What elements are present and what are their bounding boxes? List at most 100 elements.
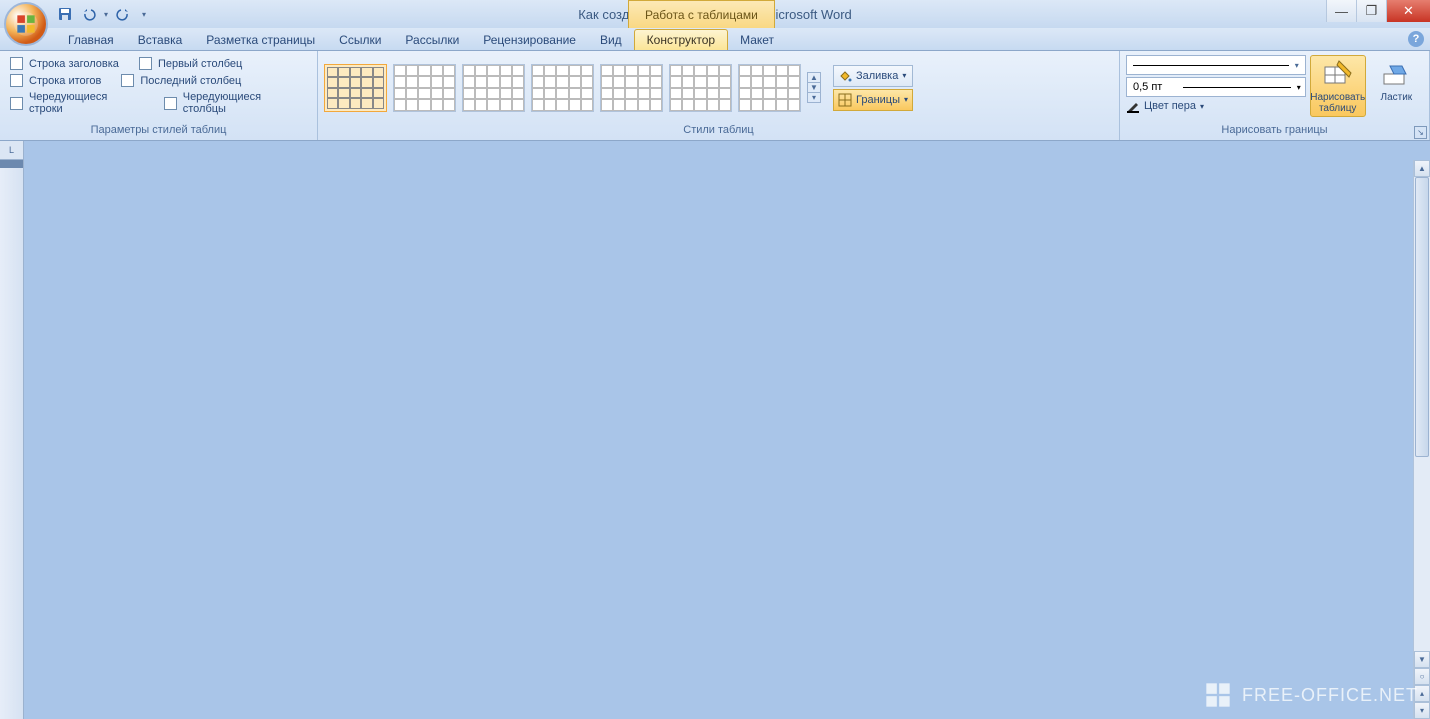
chevron-down-icon: ▾	[1295, 61, 1299, 70]
chevron-down-icon: ▾	[1297, 83, 1301, 92]
checkbox-label: Строка заголовка	[29, 58, 119, 70]
checkbox-label: Строка итогов	[29, 75, 101, 87]
table-style-thumb[interactable]	[531, 64, 594, 112]
table-style-thumb[interactable]	[462, 64, 525, 112]
undo-button[interactable]	[80, 5, 98, 23]
close-button[interactable]: ✕	[1386, 0, 1430, 22]
table-style-thumb[interactable]	[738, 64, 801, 112]
shading-label: Заливка	[856, 70, 898, 82]
dialog-launcher[interactable]: ↘	[1414, 126, 1427, 139]
gallery-scroll-up[interactable]: ▲	[808, 73, 820, 83]
checkbox-banded-rows[interactable]: Чередующиеся строки	[10, 91, 144, 115]
line-style-dropdown[interactable]: ▾	[1126, 55, 1306, 75]
pen-color-dropdown[interactable]: Цвет пера ▾	[1126, 99, 1306, 113]
group-label: Нарисовать границы ↘	[1120, 124, 1429, 140]
checkbox-label: Чередующиеся столбцы	[183, 91, 307, 115]
checkbox-total-row[interactable]: Строка итогов	[10, 74, 101, 87]
checkbox-label: Первый столбец	[158, 58, 242, 70]
scroll-up-button[interactable]: ▲	[1414, 160, 1430, 177]
table-style-thumb[interactable]	[393, 64, 456, 112]
browse-object-button[interactable]: ○	[1414, 668, 1430, 685]
checkbox-icon	[121, 74, 134, 87]
borders-icon	[838, 93, 852, 107]
shading-dropdown[interactable]: Заливка ▾	[833, 65, 913, 87]
tab-home[interactable]: Главная	[56, 30, 126, 50]
office-logo-icon	[13, 11, 39, 37]
tab-view[interactable]: Вид	[588, 30, 634, 50]
qat-customize-dropdown[interactable]: ▾	[142, 10, 146, 19]
minimize-button[interactable]: —	[1326, 0, 1356, 22]
window-controls: — ❐ ✕	[1326, 0, 1430, 22]
ruler-corner[interactable]: L	[0, 141, 24, 160]
eraser-button[interactable]: Ластик	[1370, 55, 1423, 106]
checkbox-icon	[10, 57, 23, 70]
group-draw-borders: ▾ 0,5 пт ▾ Цвет пера ▾ Нарисовать таблицу…	[1120, 51, 1430, 140]
borders-dropdown[interactable]: Границы ▾	[833, 89, 913, 111]
checkbox-banded-columns[interactable]: Чередующиеся столбцы	[164, 91, 307, 115]
ribbon-tabs: Главная Вставка Разметка страницы Ссылки…	[0, 28, 1430, 51]
chevron-down-icon: ▾	[1200, 102, 1204, 111]
redo-icon	[116, 7, 130, 21]
ribbon: Строка заголовка Первый столбец Строка и…	[0, 51, 1430, 141]
tab-references[interactable]: Ссылки	[327, 30, 393, 50]
line-weight-dropdown[interactable]: 0,5 пт ▾	[1126, 77, 1306, 97]
save-icon	[58, 7, 72, 21]
checkbox-last-column[interactable]: Последний столбец	[121, 74, 241, 87]
table-style-thumb[interactable]	[669, 64, 732, 112]
save-button[interactable]	[56, 5, 74, 23]
eraser-icon	[1382, 60, 1410, 88]
title-bar: ▾ ▾ Как создать таблицу в Ворде - Micros…	[0, 0, 1430, 28]
tab-layout[interactable]: Макет	[728, 30, 786, 50]
workspace: L 21123456789101112131415161718	[0, 141, 1430, 719]
tab-page-layout[interactable]: Разметка страницы	[194, 30, 327, 50]
draw-table-button[interactable]: Нарисовать таблицу	[1310, 55, 1366, 117]
vertical-ruler[interactable]	[0, 160, 24, 719]
table-styles-gallery: ▲ ▼ ▾ Заливка ▾ Границы ▾	[324, 55, 1113, 120]
office-button[interactable]	[4, 2, 48, 46]
gallery-expand[interactable]: ▾	[808, 93, 820, 102]
checkbox-label: Последний столбец	[140, 75, 241, 87]
scrollbar-thumb[interactable]	[1415, 177, 1429, 457]
undo-icon	[82, 7, 96, 21]
paint-bucket-icon	[838, 69, 852, 83]
eraser-label: Ластик	[1381, 92, 1413, 103]
tab-mailings[interactable]: Рассылки	[393, 30, 471, 50]
group-label: Параметры стилей таблиц	[0, 124, 317, 140]
tab-design[interactable]: Конструктор	[634, 29, 728, 50]
checkbox-header-row[interactable]: Строка заголовка	[10, 57, 119, 70]
prev-page-button[interactable]: ▴	[1414, 685, 1430, 702]
group-table-style-options: Строка заголовка Первый столбец Строка и…	[0, 51, 318, 140]
pen-icon	[1126, 99, 1140, 113]
checkbox-first-column[interactable]: Первый столбец	[139, 57, 242, 70]
tab-review[interactable]: Рецензирование	[471, 30, 588, 50]
gallery-scroll-down[interactable]: ▼	[808, 83, 820, 93]
table-tools-contextual-tab: Работа с таблицами	[628, 0, 775, 28]
group-table-styles: ▲ ▼ ▾ Заливка ▾ Границы ▾	[318, 51, 1120, 140]
tab-insert[interactable]: Вставка	[126, 30, 195, 50]
checkbox-icon	[164, 97, 177, 110]
scroll-down-button[interactable]: ▼	[1414, 651, 1430, 668]
draw-table-label: Нарисовать таблицу	[1310, 92, 1365, 114]
weight-value: 0,5 пт	[1127, 81, 1177, 93]
group-label-text: Нарисовать границы	[1221, 124, 1327, 136]
restore-button[interactable]: ❐	[1356, 0, 1386, 22]
vertical-scrollbar[interactable]: ▲ ▼ ○ ▴ ▾	[1413, 160, 1430, 719]
quick-access-toolbar: ▾ ▾	[56, 5, 146, 23]
gallery-scroll: ▲ ▼ ▾	[807, 72, 821, 103]
scrollbar-track[interactable]	[1414, 177, 1430, 651]
chevron-down-icon: ▾	[904, 95, 908, 104]
next-page-button[interactable]: ▾	[1414, 702, 1430, 719]
checkbox-label: Чередующиеся строки	[29, 91, 144, 115]
chevron-down-icon: ▾	[902, 71, 906, 80]
checkbox-icon	[10, 97, 23, 110]
checkbox-icon	[139, 57, 152, 70]
table-style-thumb[interactable]	[600, 64, 663, 112]
help-button[interactable]: ?	[1408, 31, 1424, 47]
redo-button[interactable]	[114, 5, 132, 23]
checkbox-icon	[10, 74, 23, 87]
undo-dropdown[interactable]: ▾	[104, 10, 108, 19]
pen-color-label: Цвет пера	[1144, 100, 1196, 112]
borders-label: Границы	[856, 94, 900, 106]
table-style-thumb[interactable]	[324, 64, 387, 112]
draw-table-icon	[1323, 59, 1353, 89]
